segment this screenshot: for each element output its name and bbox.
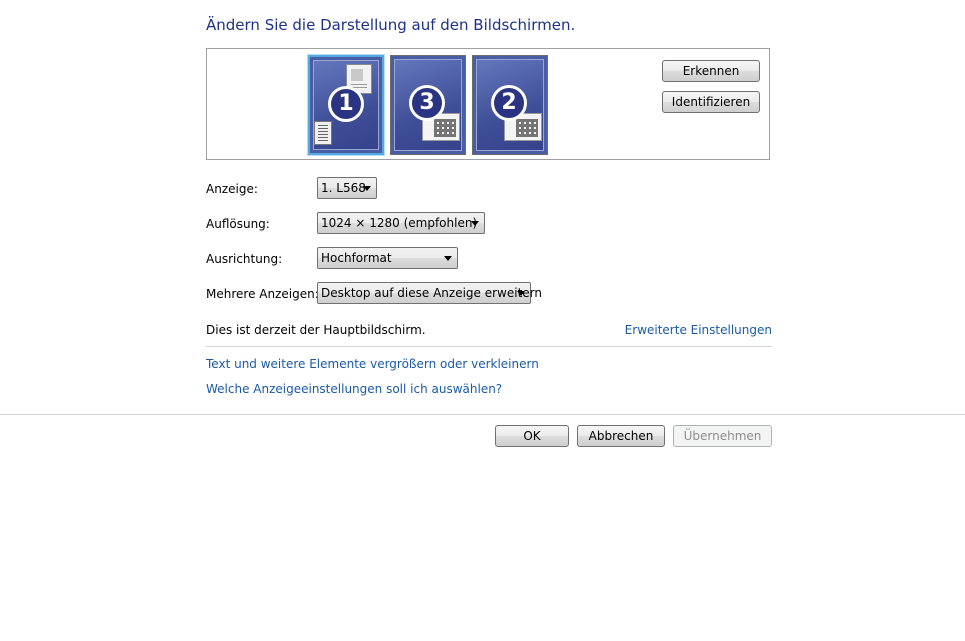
divider (206, 346, 772, 347)
detect-button[interactable]: Erkennen (662, 60, 760, 82)
chevron-down-icon (444, 256, 452, 261)
chevron-down-icon (471, 221, 479, 226)
identify-button[interactable]: Identifizieren (662, 91, 760, 113)
orientation-select[interactable]: Hochformat (317, 247, 458, 269)
resolution-select-value: 1024 × 1280 (empfohlen) (321, 216, 478, 230)
monitor-2[interactable]: 2 (472, 55, 548, 155)
orientation-select-value: Hochformat (321, 251, 392, 265)
window-thumbnail-icon (314, 121, 332, 145)
resolution-select[interactable]: 1024 × 1280 (empfohlen) (317, 212, 485, 234)
display-select[interactable]: 1. L568 (317, 177, 377, 199)
monitor-number-badge: 1 (328, 86, 364, 122)
orientation-label: Ausrichtung: (206, 252, 283, 266)
chevron-down-icon (363, 186, 371, 191)
monitor-preview-area: 1 3 2 Erkennen Identifizieren (206, 48, 770, 160)
cancel-button[interactable]: Abbrechen (577, 425, 665, 447)
text-size-link[interactable]: Text und weitere Elemente vergrößern ode… (206, 357, 539, 371)
multiple-displays-select[interactable]: Desktop auf diese Anzeige erweitern (317, 282, 542, 304)
monitor-number-badge: 2 (491, 85, 527, 121)
display-help-link[interactable]: Welche Anzeigeeinstellungen soll ich aus… (206, 382, 502, 396)
apply-button[interactable]: Übernehmen (673, 425, 772, 447)
resolution-label: Auflösung: (206, 217, 270, 231)
monitor-1[interactable]: 1 (308, 55, 384, 155)
multiple-displays-label: Mehrere Anzeigen: (206, 287, 319, 301)
multiple-displays-select-value: Desktop auf diese Anzeige erweitern (321, 286, 542, 300)
monitor-3[interactable]: 3 (390, 55, 466, 155)
divider (0, 414, 965, 415)
display-label: Anzeige: (206, 182, 258, 196)
primary-display-status: Dies ist derzeit der Hauptbildschirm. (206, 323, 426, 337)
display-select-value: 1. L568 (321, 181, 366, 195)
page-title: Ändern Sie die Darstellung auf den Bilds… (206, 16, 576, 34)
advanced-settings-link[interactable]: Erweiterte Einstellungen (625, 323, 772, 337)
monitor-number-badge: 3 (409, 85, 445, 121)
chevron-down-icon (517, 291, 525, 296)
ok-button[interactable]: OK (495, 425, 569, 447)
